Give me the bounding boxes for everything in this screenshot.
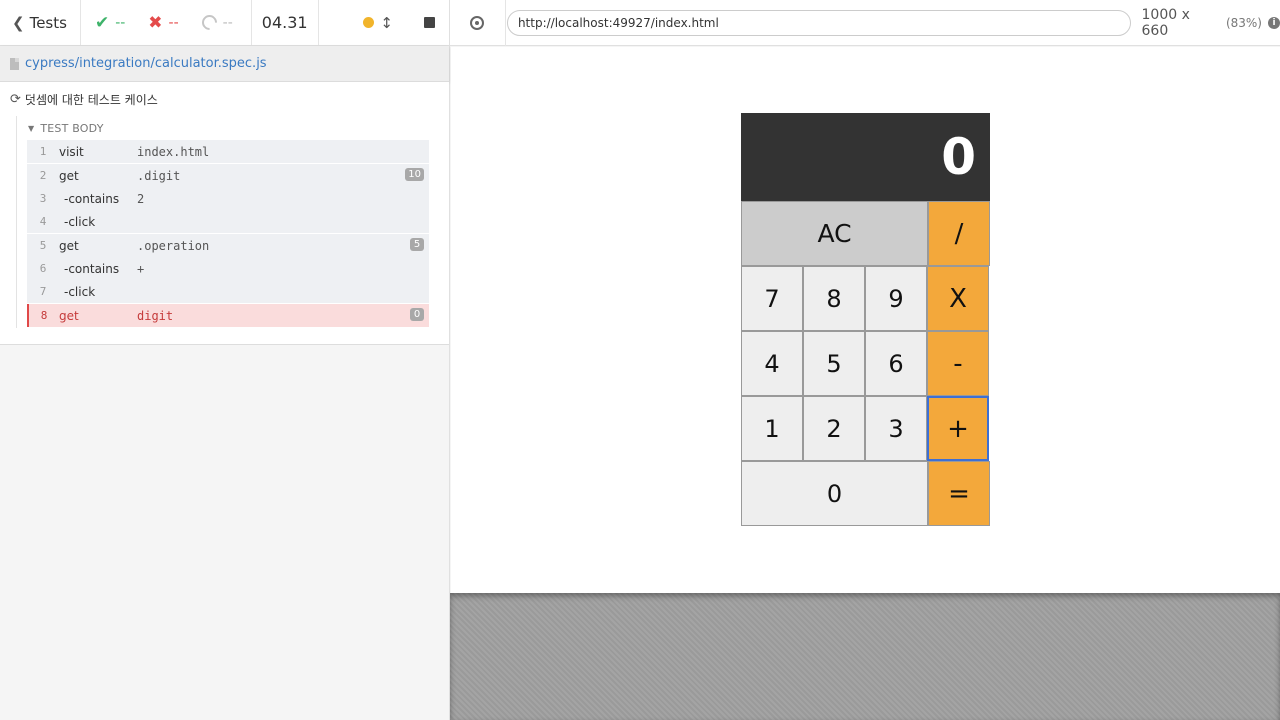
digit-2-button[interactable]: 2 xyxy=(803,396,865,461)
test-body-header[interactable]: ▼ TEST BODY xyxy=(27,116,429,140)
test-runnable: ⟳ 덧셈에 대한 테스트 케이스 ▼ TEST BODY 1 visit ind… xyxy=(0,82,449,345)
command-row[interactable]: 4 -click xyxy=(27,210,429,233)
failed-count: ✖ -- xyxy=(134,0,187,45)
element-count-badge: 10 xyxy=(405,168,424,181)
command-number: 5 xyxy=(39,239,47,252)
viewport-info[interactable]: 1000 x 660 (83%) i xyxy=(1142,7,1280,39)
aut-pane: http://localhost:49927/index.html 1000 x… xyxy=(450,0,1280,720)
calculator-display: 0 xyxy=(741,113,990,201)
command-number: 4 xyxy=(39,215,47,228)
reporter-header: ❮ Tests ✔ -- ✖ -- -- 04.31 ↕ xyxy=(0,0,449,46)
digit-8-button[interactable]: 8 xyxy=(803,266,865,331)
command-group: 5 get .operation 5 6 -contains + 7 -clic… xyxy=(27,234,429,304)
calculator: 0 AC / 7 8 9 X 4 5 6 - 1 2 3 + 0 = xyxy=(741,113,990,528)
spec-header: cypress/integration/calculator.spec.js xyxy=(0,46,449,82)
command-row[interactable]: 3 -contains 2 xyxy=(27,187,429,210)
element-count-badge: 5 xyxy=(410,238,424,251)
command-number: 6 xyxy=(39,262,47,275)
element-count-badge: 0 xyxy=(410,308,424,321)
digit-6-button[interactable]: 6 xyxy=(865,331,927,396)
running-status-icon xyxy=(363,17,375,28)
file-icon xyxy=(10,57,19,70)
command-name: -contains xyxy=(64,191,120,206)
aut-iframe: 0 AC / 7 8 9 X 4 5 6 - 1 2 3 + 0 = xyxy=(451,47,1280,593)
stop-icon[interactable] xyxy=(424,17,435,28)
command-name: -click xyxy=(64,214,96,229)
command-number: 8 xyxy=(40,309,48,322)
url-input[interactable]: http://localhost:49927/index.html xyxy=(506,9,1131,36)
duration: 04.31 xyxy=(250,0,319,45)
command-number: 7 xyxy=(39,285,47,298)
command-name: get xyxy=(59,238,79,253)
command-row[interactable]: 1 visit index.html xyxy=(27,140,429,163)
command-row[interactable]: 7 -click xyxy=(27,280,429,303)
digit-7-button[interactable]: 7 xyxy=(741,266,803,331)
x-icon: ✖ xyxy=(148,12,163,33)
run-controls: ↕ xyxy=(363,0,449,45)
add-button[interactable]: + xyxy=(927,396,989,461)
crosshair-icon xyxy=(470,15,485,30)
digit-0-button[interactable]: 0 xyxy=(741,461,928,526)
chevron-left-icon: ❮ xyxy=(12,13,25,32)
command-group: 1 visit index.html xyxy=(27,140,429,164)
tests-button[interactable]: ❮ Tests xyxy=(0,0,81,45)
command-name: get xyxy=(59,308,79,323)
command-message: + xyxy=(137,261,145,276)
command-message: .digit xyxy=(137,168,181,183)
ac-button[interactable]: AC xyxy=(741,201,928,266)
test-body: ▼ TEST BODY 1 visit index.html 2 get .di… xyxy=(16,116,429,328)
pending-value: -- xyxy=(222,14,233,31)
command-number: 1 xyxy=(39,145,47,158)
equals-button[interactable]: = xyxy=(928,461,990,526)
command-row[interactable]: 5 get .operation 5 xyxy=(27,234,429,257)
command-name: -contains xyxy=(64,261,120,276)
command-name: -click xyxy=(64,284,96,299)
command-group: 8 get digit 0 xyxy=(27,304,429,328)
command-message: .operation xyxy=(137,238,210,253)
check-icon: ✔ xyxy=(94,12,110,33)
viewport-scale: (83%) xyxy=(1225,15,1262,30)
digit-3-button[interactable]: 3 xyxy=(865,396,927,461)
digit-4-button[interactable]: 4 xyxy=(741,331,803,396)
caret-down-icon: ▼ xyxy=(28,123,35,133)
digit-9-button[interactable]: 9 xyxy=(865,266,927,331)
tests-label: Tests xyxy=(29,13,67,32)
command-group: 2 get .digit 10 3 -contains 2 4 -click xyxy=(27,164,429,234)
suite-title[interactable]: ⟳ 덧셈에 대한 테스트 케이스 xyxy=(0,82,449,110)
spinner-icon xyxy=(198,11,220,34)
viewport-size: 1000 x 660 xyxy=(1141,6,1190,39)
auto-scroll-icon[interactable]: ↕ xyxy=(380,14,393,32)
command-name: visit xyxy=(59,144,84,159)
url-bar: http://localhost:49927/index.html 1000 x… xyxy=(450,0,1280,46)
multiply-button[interactable]: X xyxy=(927,266,989,331)
test-body-title: TEST BODY xyxy=(40,121,104,135)
viewport-background xyxy=(450,593,1280,720)
divide-button[interactable]: / xyxy=(928,201,990,266)
command-row-failed[interactable]: 8 get digit 0 xyxy=(27,304,429,327)
refresh-icon: ⟳ xyxy=(10,91,21,107)
command-name: get xyxy=(59,168,79,183)
command-message: digit xyxy=(137,308,174,323)
command-number: 2 xyxy=(39,169,47,182)
subtract-button[interactable]: - xyxy=(927,331,989,396)
info-icon[interactable]: i xyxy=(1268,16,1280,29)
command-message: 2 xyxy=(137,191,145,206)
passed-value: -- xyxy=(115,14,126,31)
command-row[interactable]: 6 -contains + xyxy=(27,257,429,280)
spec-path-link[interactable]: cypress/integration/calculator.spec.js xyxy=(25,56,267,71)
command-row[interactable]: 2 get .digit 10 xyxy=(27,164,429,187)
digit-5-button[interactable]: 5 xyxy=(803,331,865,396)
selector-playground-button[interactable] xyxy=(450,0,506,46)
command-number: 3 xyxy=(39,192,47,205)
reporter-pane: ❮ Tests ✔ -- ✖ -- -- 04.31 ↕ cypress/int… xyxy=(0,0,450,720)
failed-value: -- xyxy=(168,14,179,31)
digit-1-button[interactable]: 1 xyxy=(741,396,803,461)
pending-count: -- xyxy=(188,0,242,45)
command-message: index.html xyxy=(137,144,210,159)
suite-title-text: 덧셈에 대한 테스트 케이스 xyxy=(24,92,158,107)
passed-count: ✔ -- xyxy=(81,0,134,45)
